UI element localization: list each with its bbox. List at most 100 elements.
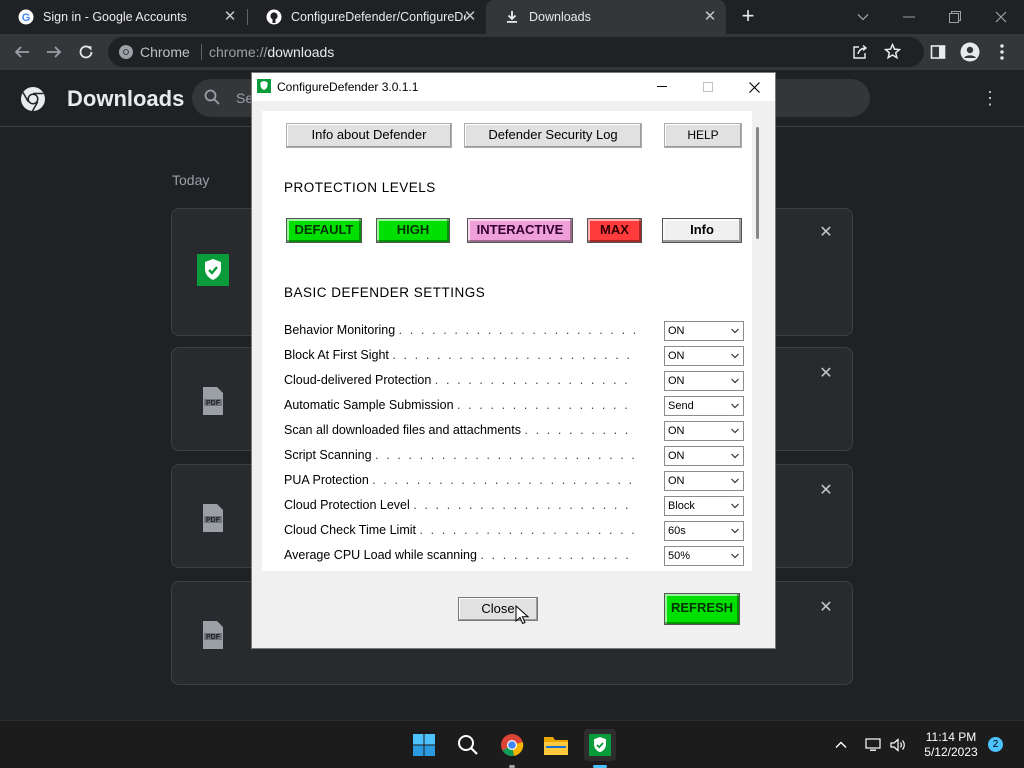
setting-row: Scan all downloaded files and attachment…	[284, 421, 754, 443]
setting-row: Script Scanning . . . . . . . . . . . . …	[284, 446, 754, 468]
setting-label: PUA Protection	[284, 473, 369, 487]
level-max-button[interactable]: MAX	[587, 218, 642, 243]
remove-download-icon[interactable]: ✕	[816, 364, 836, 384]
windows-taskbar: 11:14 PM 5/12/2023 2	[0, 720, 1024, 768]
chevron-down-icon	[731, 478, 739, 484]
setting-dots: . . . . . . . . . . . . . . . . . . . . …	[375, 448, 636, 462]
setting-dots: . . . . . . . . . . . . . . . . . . . . …	[392, 348, 636, 362]
setting-row: Automatic Sample Submission . . . . . . …	[284, 396, 754, 418]
setting-label: Average CPU Load while scanning	[284, 548, 477, 562]
close-tab-icon[interactable]: ✕	[702, 9, 718, 25]
setting-dropdown[interactable]: ON	[664, 421, 744, 441]
setting-dots: . . . . . . . . . . . . . . . . . . . .	[480, 548, 636, 562]
taskbar-search-icon[interactable]	[452, 729, 484, 761]
chevron-down-icon	[731, 553, 739, 559]
dialog-titlebar[interactable]: ConfigureDefender 3.0.1.1	[252, 73, 775, 101]
level-default-button[interactable]: DEFAULT	[286, 218, 362, 243]
refresh-button[interactable]: REFRESH	[664, 593, 740, 625]
site-label: Chrome	[140, 44, 190, 60]
date-header: Today	[172, 172, 210, 188]
setting-dropdown[interactable]: ON	[664, 371, 744, 391]
share-icon[interactable]	[852, 44, 868, 65]
close-tab-icon[interactable]: ✕	[222, 9, 238, 25]
tab-downloads[interactable]: Downloads ✕	[486, 0, 726, 34]
file-explorer-icon[interactable]	[540, 729, 572, 761]
downloads-menu-icon[interactable]: ⋮	[978, 88, 1002, 112]
back-arrow-icon[interactable]	[10, 40, 34, 64]
chevron-down-icon	[731, 453, 739, 459]
level-high-button[interactable]: HIGH	[376, 218, 450, 243]
remove-download-icon[interactable]: ✕	[816, 223, 836, 243]
scrollbar-thumb[interactable]	[756, 127, 759, 239]
close-tab-icon[interactable]: ✕	[462, 9, 478, 25]
chrome-menu-icon[interactable]	[990, 40, 1014, 64]
setting-dropdown[interactable]: Block	[664, 496, 744, 516]
level-interactive-button[interactable]: INTERACTIVE	[467, 218, 573, 243]
setting-label: Automatic Sample Submission	[284, 398, 454, 412]
tab-github[interactable]: ConfigureDefender/ConfigureDe ✕	[248, 0, 486, 34]
chrome-taskbar-icon[interactable]	[496, 729, 528, 761]
minimize-window-icon[interactable]	[886, 0, 932, 34]
dialog-minimize-icon[interactable]	[639, 73, 685, 101]
tray-overflow-chevron-icon[interactable]	[829, 731, 853, 759]
chrome-site-icon	[118, 44, 134, 65]
tab-label: Sign in - Google Accounts	[43, 10, 187, 24]
omnibox-divider	[201, 44, 202, 60]
security-log-button[interactable]: Defender Security Log	[464, 123, 642, 148]
setting-dropdown[interactable]: ON	[664, 321, 744, 341]
volume-icon[interactable]	[886, 731, 910, 759]
svg-text:PDF: PDF	[206, 400, 221, 407]
browser-toolbar: Chrome chrome://downloads	[0, 34, 1024, 70]
side-panel-icon[interactable]	[926, 40, 950, 64]
configuredefender-taskbar-icon[interactable]	[584, 729, 616, 761]
info-about-defender-button[interactable]: Info about Defender	[286, 123, 452, 148]
remove-download-icon[interactable]: ✕	[816, 481, 836, 501]
tab-search-chevron-icon[interactable]	[840, 0, 886, 34]
network-icon[interactable]	[861, 731, 885, 759]
chevron-down-icon	[731, 528, 739, 534]
url-path: downloads	[267, 44, 335, 60]
setting-dropdown[interactable]: ON	[664, 446, 744, 466]
setting-dropdown[interactable]: 50%	[664, 546, 744, 566]
notification-badge[interactable]: 2	[988, 737, 1003, 752]
setting-label: Cloud Check Time Limit	[284, 523, 416, 537]
setting-value: 50%	[668, 550, 691, 562]
chevron-down-icon	[731, 353, 739, 359]
settings-scrollbar[interactable]	[752, 111, 766, 571]
svg-text:PDF: PDF	[206, 634, 221, 641]
setting-row: PUA Protection . . . . . . . . . . . . .…	[284, 471, 754, 493]
profile-avatar-icon[interactable]	[958, 40, 982, 64]
chevron-down-icon	[731, 378, 739, 384]
dialog-close-icon[interactable]	[731, 73, 777, 101]
setting-value: ON	[668, 375, 685, 387]
forward-arrow-icon[interactable]	[42, 40, 66, 64]
bookmark-star-icon[interactable]	[883, 42, 902, 65]
setting-dropdown[interactable]: ON	[664, 471, 744, 491]
setting-dropdown[interactable]: 60s	[664, 521, 744, 541]
tab-label: Downloads	[529, 10, 591, 24]
windows-start-icon[interactable]	[408, 729, 440, 761]
svg-text:PDF: PDF	[206, 517, 221, 524]
setting-dots: . . . . . . . . . . . . . . . . . . . . …	[413, 498, 636, 512]
restore-window-icon[interactable]	[932, 0, 978, 34]
url-scheme: chrome://	[209, 44, 268, 60]
new-tab-button[interactable]: +	[736, 5, 760, 29]
address-bar[interactable]: Chrome chrome://downloads	[108, 37, 924, 67]
reload-icon[interactable]	[74, 40, 98, 64]
setting-dots: . . . . . . . . . . . . . . . . . . . . …	[372, 473, 636, 487]
setting-value: ON	[668, 425, 685, 437]
setting-value: ON	[668, 350, 685, 362]
close-window-icon[interactable]	[978, 0, 1024, 34]
defender-shield-icon	[196, 253, 230, 287]
tab-google-sign-in[interactable]: G Sign in - Google Accounts ✕	[0, 0, 246, 34]
setting-row: Block At First Sight . . . . . . . . . .…	[284, 346, 754, 368]
setting-label: Script Scanning	[284, 448, 372, 462]
remove-download-icon[interactable]: ✕	[816, 598, 836, 618]
level-info-button[interactable]: Info	[662, 218, 742, 243]
setting-dropdown[interactable]: Send	[664, 396, 744, 416]
help-button[interactable]: HELP	[664, 123, 742, 148]
setting-row: Cloud Check Time Limit . . . . . . . . .…	[284, 521, 754, 543]
setting-dropdown[interactable]: ON	[664, 346, 744, 366]
system-clock[interactable]: 11:14 PM 5/12/2023	[916, 730, 986, 760]
chevron-down-icon	[731, 428, 739, 434]
